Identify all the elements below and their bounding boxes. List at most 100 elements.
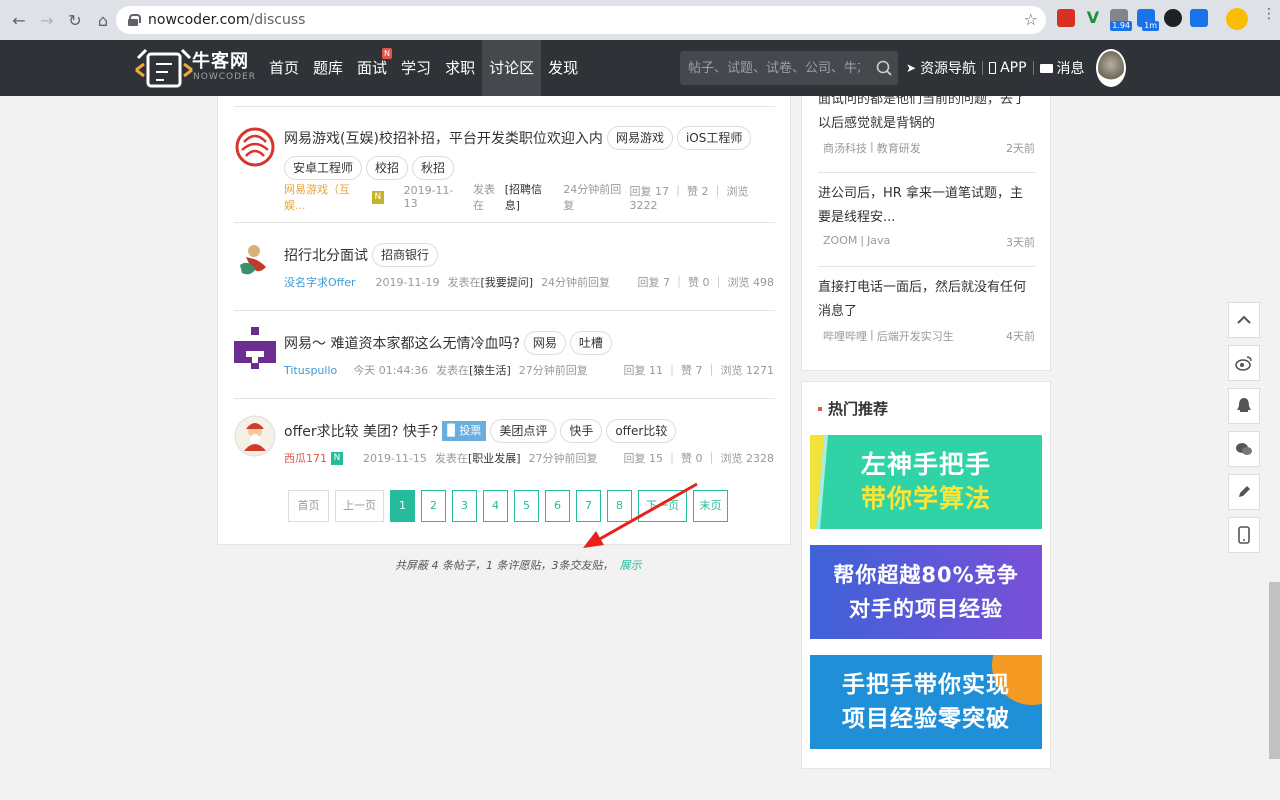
related-post-meta: 哔哩哔哩 | 后端开发实习生 4天前 <box>823 328 1035 343</box>
nav-discuss[interactable]: 讨论区 <box>482 40 542 96</box>
post-author[interactable]: Tituspullo <box>284 364 337 377</box>
post-board-link[interactable]: [招聘信息] <box>505 181 556 213</box>
promo-banner-project[interactable]: 帮你超越80%竞争 对手的项目经验 <box>810 545 1042 639</box>
post-author[interactable]: 网易游戏（互娱... <box>284 181 368 213</box>
post-board-link[interactable]: [职业发展] <box>468 450 521 466</box>
page-button[interactable]: 2 <box>421 490 446 522</box>
post-tag[interactable]: 招商银行 <box>372 243 439 267</box>
page-button-current[interactable]: 1 <box>390 490 415 522</box>
related-post-item[interactable]: 直接打电话一面后，然后就没有任何消息了 哔哩哔哩 | 后端开发实习生 4天前 <box>818 276 1035 344</box>
page-scrollbar[interactable] <box>1269 582 1280 759</box>
post-tag[interactable]: 安卓工程师 <box>284 156 363 180</box>
post-tag[interactable]: iOS工程师 <box>676 126 752 150</box>
post-tag[interactable]: 美团点评 <box>490 419 557 443</box>
extension-icon[interactable] <box>1057 9 1075 27</box>
nav-interview[interactable]: 面试 N <box>350 40 394 96</box>
address-bar[interactable]: nowcoder.com/discuss ☆ <box>116 6 1046 34</box>
related-company: 商汤科技 <box>823 142 867 155</box>
related-role: 后端开发实习生 <box>876 330 954 343</box>
vote-tag[interactable]: ▉ 投票 <box>442 421 487 441</box>
messages-link[interactable]: 消息 <box>1039 58 1085 78</box>
banner-line-1: 帮你超越80%竞争 <box>833 563 1019 587</box>
resource-guide-link[interactable]: ➤ 资源导航 <box>906 58 976 78</box>
post-avatar[interactable] <box>234 126 276 168</box>
post-board-link[interactable]: [我要提问] <box>480 274 533 290</box>
bar-chart-icon: ▉ <box>447 424 456 437</box>
related-post-item[interactable]: 面试问的都是他们当前的问题，去了以后感觉就是背锅的 商汤科技 | 教育研发 2天… <box>818 88 1035 156</box>
share-qq-button[interactable] <box>1228 388 1260 424</box>
user-avatar[interactable] <box>1096 49 1126 87</box>
nav-learn[interactable]: 学习 <box>394 40 438 96</box>
forward-icon[interactable]: → <box>34 7 60 33</box>
extension-upload-icon[interactable]: 1m <box>1137 9 1159 31</box>
post-tag[interactable]: offer比较 <box>606 419 677 443</box>
menu-dots-icon[interactable]: ⋮ <box>1262 7 1276 21</box>
back-icon[interactable]: ← <box>6 7 32 33</box>
post-author[interactable]: 没名字求Offer <box>284 274 356 290</box>
share-weibo-button[interactable] <box>1228 345 1260 381</box>
post-tag[interactable]: 秋招 <box>412 156 455 180</box>
post-title[interactable]: 网易～ 难道资本家都这么无情冷血吗? <box>284 333 520 353</box>
related-role: Java <box>867 234 891 247</box>
write-post-button[interactable] <box>1228 474 1260 510</box>
next-page-button[interactable]: 下一页 <box>638 490 687 522</box>
post-author[interactable]: 西瓜171 <box>284 450 327 466</box>
prev-page-button[interactable]: 上一页 <box>335 490 384 522</box>
page-button[interactable]: 4 <box>483 490 508 522</box>
post-item[interactable]: 网易～ 难道资本家都这么无情冷血吗? 网易 吐槽 Tituspullo 今天 0… <box>234 310 775 398</box>
profile-icon[interactable] <box>1226 8 1248 30</box>
post-avatar[interactable] <box>234 327 276 369</box>
first-page-button[interactable]: 首页 <box>288 490 329 522</box>
extension-puzzle-icon[interactable] <box>1190 9 1208 27</box>
post-tag[interactable]: 网易游戏 <box>606 126 673 150</box>
post-title[interactable]: 网易游戏(互娱)校招补招，平台开发类职位欢迎入内 <box>284 128 603 148</box>
share-wechat-button[interactable] <box>1228 431 1260 467</box>
app-link[interactable]: APP <box>989 60 1027 76</box>
post-tag[interactable]: 快手 <box>560 419 603 443</box>
last-page-button[interactable]: 末页 <box>693 490 728 522</box>
post-item[interactable]: 网易游戏(互娱)校招补招，平台开发类职位欢迎入内 网易游戏 iOS工程师 安卓工… <box>234 106 775 222</box>
post-item[interactable]: offer求比较 美团? 快手? ▉ 投票 美团点评 快手 offer比较 西瓜… <box>234 398 775 486</box>
post-date: 2019-11-15 <box>363 451 427 465</box>
post-board-link[interactable]: [猿生活] <box>469 362 511 378</box>
related-post-title[interactable]: 直接打电话一面后，然后就没有任何消息了 <box>818 276 1035 324</box>
page-button[interactable]: 8 <box>607 490 632 522</box>
post-tag[interactable]: 校招 <box>366 156 409 180</box>
page-button[interactable]: 6 <box>545 490 570 522</box>
promo-banner-practice[interactable]: 手把手带你实现 项目经验零突破 <box>810 655 1042 749</box>
nav-jobs[interactable]: 求职 <box>438 40 482 96</box>
post-title[interactable]: offer求比较 美团? 快手? <box>284 421 438 441</box>
post-tag[interactable]: 网易 <box>523 331 566 355</box>
nav-question-bank[interactable]: 题库 <box>306 40 350 96</box>
shielded-posts-note: 共屏蔽 4 条帖子，1 条许愿贴，3条交友贴， 展示 <box>395 557 641 573</box>
post-item[interactable]: 招行北分面试 招商银行 没名字求Offer 2019-11-19 发表在 [我要… <box>234 222 775 310</box>
extension-v-icon[interactable]: V <box>1084 9 1102 27</box>
bookmark-star-icon[interactable]: ☆ <box>1024 10 1038 29</box>
page-button[interactable]: 7 <box>576 490 601 522</box>
page-button[interactable]: 3 <box>452 490 477 522</box>
post-tag[interactable]: 吐槽 <box>569 331 612 355</box>
related-post-item[interactable]: 进公司后，HR 拿来一道笔试题，主要是线程安... ZOOM | Java 3天… <box>818 182 1035 250</box>
post-meta: 网易游戏（互娱... N 2019-11-13 发表在 [招聘信息] 24分钟前… <box>284 183 774 212</box>
post-title[interactable]: 招行北分面试 <box>284 245 368 265</box>
extension-circle-icon[interactable] <box>1164 9 1182 27</box>
nav-discover[interactable]: 发现 <box>541 40 585 96</box>
search-icon[interactable] <box>876 60 892 76</box>
search-input[interactable] <box>680 51 860 85</box>
logo-title[interactable]: 牛客网 <box>192 47 249 73</box>
related-post-title[interactable]: 面试问的都是他们当前的问题，去了以后感觉就是背锅的 <box>818 88 1035 136</box>
reload-icon[interactable]: ↻ <box>62 7 88 33</box>
level-badge: N <box>331 451 343 465</box>
nav-home[interactable]: 首页 <box>262 40 306 96</box>
post-avatar[interactable] <box>234 239 276 281</box>
post-date: 今天 01:44:36 <box>353 364 429 377</box>
show-shielded-link[interactable]: 展示 <box>619 559 641 572</box>
mobile-app-button[interactable] <box>1228 517 1260 553</box>
extension-cloud-icon[interactable]: 1.94 <box>1110 9 1132 31</box>
page-button[interactable]: 5 <box>514 490 539 522</box>
related-post-title[interactable]: 进公司后，HR 拿来一道笔试题，主要是线程安... <box>818 182 1035 230</box>
home-icon[interactable]: ⌂ <box>90 7 116 33</box>
post-avatar[interactable] <box>234 415 276 457</box>
back-to-top-button[interactable] <box>1228 302 1260 338</box>
promo-banner-algorithm[interactable]: 左神手把手 带你学算法 <box>810 435 1042 529</box>
